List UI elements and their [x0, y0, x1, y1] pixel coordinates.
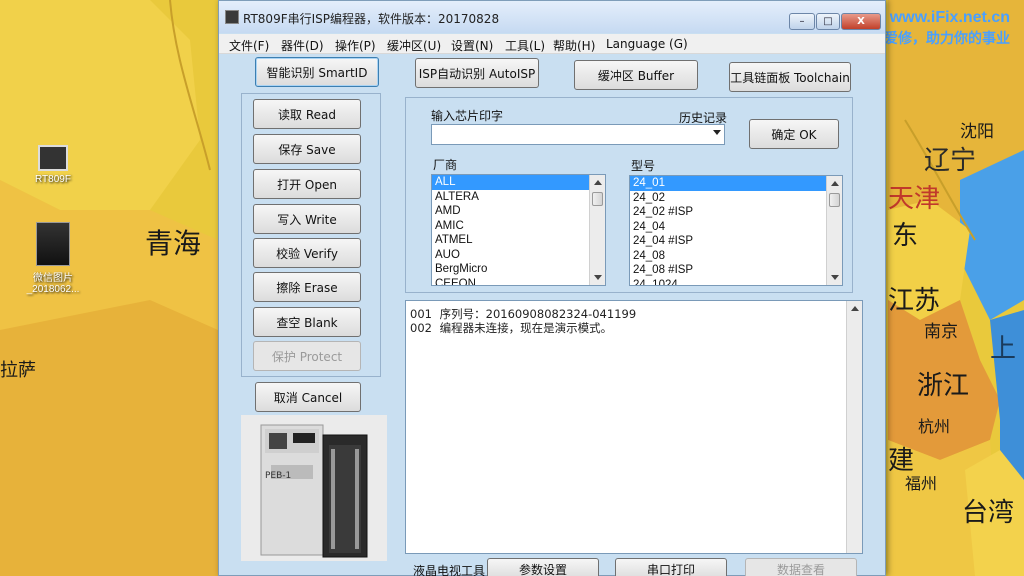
scroll-down-icon[interactable]	[594, 275, 602, 280]
model-list-item[interactable]: 24_04 #ISP	[630, 234, 842, 249]
buffer-button[interactable]: 缓冲区 Buffer	[574, 60, 698, 90]
params-button[interactable]: 参数设置	[487, 558, 599, 576]
verify-button[interactable]: 校验 Verify	[253, 238, 361, 268]
desktop-icon-label: RT809F	[35, 174, 71, 185]
desktop-icon-label: 微信图片_2018062...	[26, 273, 80, 295]
autoisp-button[interactable]: ISP自动识别 AutoISP	[415, 58, 539, 88]
model-list-item[interactable]: 24_01	[630, 176, 842, 191]
vendor-label: 厂商	[433, 158, 458, 172]
vendor-list-item[interactable]: CEEON	[432, 277, 605, 286]
minimize-button[interactable]: –	[789, 13, 815, 30]
log-line-number: 002	[410, 321, 432, 335]
menu-device[interactable]: 器件(D)	[281, 37, 324, 54]
scroll-thumb[interactable]	[592, 192, 603, 206]
desktop-icon-wechat-image[interactable]: 微信图片_2018062...	[18, 222, 88, 295]
map-label-dong: 东	[892, 221, 919, 251]
vendor-list-item[interactable]: AMIC	[432, 219, 605, 234]
log-line-text: 编程器未连接，现在是演示模式。	[439, 321, 613, 335]
brand-slogan: 爱修，助力你的事业	[884, 30, 1010, 46]
cancel-button[interactable]: 取消 Cancel	[255, 382, 361, 412]
vendor-list-item[interactable]: ALL	[432, 175, 605, 190]
programmer-app-icon	[38, 145, 68, 171]
app-icon	[225, 10, 239, 24]
map-label-taiwan: 台湾	[962, 498, 1015, 528]
window-title: RT809F串行ISP编程器，软件版本：20170828	[243, 12, 500, 26]
programmer-image: PEB-1	[241, 415, 387, 561]
image-file-icon	[36, 222, 70, 266]
model-label: 型号	[631, 159, 656, 173]
log-line-number: 001	[410, 307, 432, 321]
log-output[interactable]: 001 序列号：20160908082324-041199 002 编程器未连接…	[405, 300, 863, 554]
brand-url: www.iFix.net.cn	[889, 9, 1010, 26]
vendor-list-item[interactable]: ALTERA	[432, 190, 605, 205]
menu-language[interactable]: Language (G)	[606, 37, 688, 51]
vendor-list-item[interactable]: AUO	[432, 248, 605, 263]
programmer-board-illustration	[260, 424, 368, 558]
scroll-up-icon[interactable]	[831, 181, 839, 186]
menu-file[interactable]: 文件(F)	[229, 37, 269, 54]
protect-button[interactable]: 保护 Protect	[253, 341, 361, 371]
data-view-button[interactable]: 数据查看	[745, 558, 857, 576]
map-label-shenyang: 沈阳	[960, 122, 994, 142]
scroll-up-icon[interactable]	[851, 306, 859, 311]
log-line: 001 序列号：20160908082324-041199	[410, 307, 858, 321]
map-label-liaoning: 辽宁	[924, 146, 977, 176]
menu-help[interactable]: 帮助(H)	[553, 37, 595, 54]
write-button[interactable]: 写入 Write	[253, 204, 361, 234]
map-label-hangzhou: 杭州	[918, 417, 951, 436]
erase-button[interactable]: 擦除 Erase	[253, 272, 361, 302]
vendor-list-item[interactable]: AMD	[432, 204, 605, 219]
model-list-item[interactable]: 24_02 #ISP	[630, 205, 842, 220]
title-bar[interactable]: RT809F串行ISP编程器，软件版本：20170828 – □ X	[219, 1, 885, 33]
vendor-scrollbar[interactable]	[589, 175, 605, 285]
maximize-button[interactable]: □	[816, 13, 840, 30]
map-label-shang: 上	[990, 334, 1017, 364]
open-button[interactable]: 打开 Open	[253, 169, 361, 199]
menu-tools[interactable]: 工具(L)	[505, 37, 545, 54]
desktop-icon-rt809f[interactable]: RT809F	[18, 145, 88, 185]
toolchain-button[interactable]: 工具链面板 Toolchain	[729, 62, 851, 92]
serial-print-button[interactable]: 串口打印	[615, 558, 727, 576]
menu-bar: 文件(F) 器件(D) 操作(P) 缓冲区(U) 设置(N) 工具(L) 帮助(…	[219, 34, 885, 54]
scroll-down-icon[interactable]	[831, 275, 839, 280]
map-label-jiangsu: 江苏	[888, 286, 941, 316]
blank-button[interactable]: 查空 Blank	[253, 307, 361, 337]
model-list-item[interactable]: 24_08	[630, 249, 842, 264]
dropdown-arrow-icon[interactable]	[713, 130, 721, 135]
map-label-fuzhou: 福州	[905, 474, 938, 493]
model-list-item[interactable]: 24_08 #ISP	[630, 263, 842, 278]
model-list-item[interactable]: 24_02	[630, 191, 842, 206]
vendor-list-item[interactable]: ATMEL	[432, 233, 605, 248]
log-line-text: 序列号：20160908082324-041199	[439, 307, 637, 321]
scroll-up-icon[interactable]	[594, 180, 602, 185]
log-scrollbar[interactable]	[846, 301, 862, 553]
confirm-ok-button[interactable]: 确定 OK	[749, 119, 839, 149]
map-label-qinghai: 青海	[145, 227, 202, 260]
menu-operation[interactable]: 操作(P)	[335, 37, 376, 54]
chip-search-combobox[interactable]	[431, 124, 725, 145]
menu-buffer[interactable]: 缓冲区(U)	[387, 37, 441, 54]
rt809f-window: RT809F串行ISP编程器，软件版本：20170828 – □ X 文件(F)…	[218, 0, 886, 576]
vendor-list-item[interactable]: BergMicro	[432, 262, 605, 277]
map-label-zhejiang: 浙江	[917, 371, 970, 401]
vendor-listbox[interactable]: ALL ALTERA AMD AMIC ATMEL AUO BergMicro …	[431, 174, 606, 286]
scroll-thumb[interactable]	[829, 193, 840, 207]
log-line: 002 编程器未连接，现在是演示模式。	[410, 321, 858, 335]
read-button[interactable]: 读取 Read	[253, 99, 361, 129]
programmer-label: PEB-1	[265, 471, 292, 481]
lcd-tv-tool-label: 液晶电视工具	[413, 564, 486, 576]
map-label-lasa: 拉萨	[0, 360, 36, 381]
model-listbox[interactable]: 24_01 24_02 24_02 #ISP 24_04 24_04 #ISP …	[629, 175, 843, 286]
close-button[interactable]: X	[841, 13, 881, 30]
smartid-button[interactable]: 智能识别 SmartID	[255, 57, 379, 87]
chip-search-label: 输入芯片印字	[431, 109, 504, 123]
menu-settings[interactable]: 设置(N)	[451, 37, 493, 54]
model-list-item[interactable]: 24_04	[630, 220, 842, 235]
map-label-nanjing: 南京	[924, 322, 958, 342]
model-scrollbar[interactable]	[826, 176, 842, 285]
save-button[interactable]: 保存 Save	[253, 134, 361, 164]
model-list-item[interactable]: 24_1024	[630, 278, 842, 286]
map-label-tianjin: 天津	[888, 184, 941, 214]
